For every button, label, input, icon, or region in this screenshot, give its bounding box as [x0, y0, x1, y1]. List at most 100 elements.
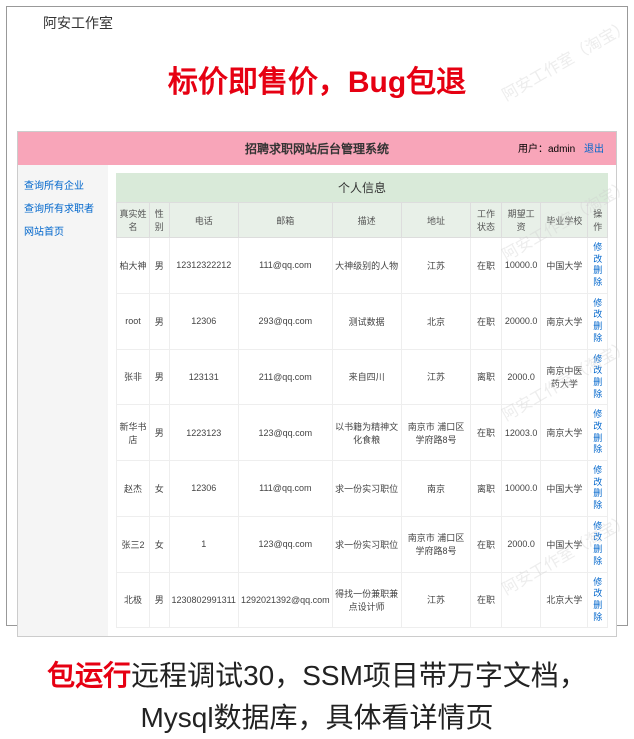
table-cell: 北极	[117, 572, 150, 628]
edit-link[interactable]: 修改	[590, 465, 605, 488]
table-cell: 南京市 浦口区 学府路8号	[401, 516, 471, 572]
table-header: 工作状态	[471, 203, 502, 238]
data-table: 真实姓名性别电话邮箱描述地址工作状态期望工资毕业学校操作 柏大神男1231232…	[116, 202, 608, 628]
user-label: 用户：	[518, 144, 548, 155]
table-cell: 1230802991311	[169, 572, 238, 628]
edit-link[interactable]: 修改	[590, 298, 605, 321]
table-header: 邮箱	[238, 203, 332, 238]
table-row: 赵杰女12306111@qq.com求一份实习职位南京离职10000.0中国大学…	[117, 461, 608, 517]
table-cell: 中国大学	[541, 238, 588, 294]
table-header: 操作	[588, 203, 608, 238]
headline-bottom-red: 包运行	[47, 660, 131, 691]
edit-link[interactable]: 修改	[590, 577, 605, 600]
table-row: 张三2女1123@qq.com求一份实习职位南京市 浦口区 学府路8号在职200…	[117, 516, 608, 572]
table-cell: 女	[150, 461, 170, 517]
table-header: 性别	[150, 203, 170, 238]
table-cell: 南京	[401, 461, 471, 517]
table-cell: 在职	[471, 516, 502, 572]
table-cell: 在职	[471, 293, 502, 349]
table-cell: 来自四川	[332, 349, 401, 405]
table-cell: 男	[150, 405, 170, 461]
delete-link[interactable]: 删除	[590, 265, 605, 288]
table-cell: 2000.0	[501, 349, 541, 405]
delete-link[interactable]: 删除	[590, 600, 605, 623]
table-cell	[501, 572, 541, 628]
user-area: 用户：admin 退出	[518, 140, 604, 155]
table-cell: 北京	[401, 293, 471, 349]
table-cell: 12312322212	[169, 238, 238, 294]
table-cell: 10000.0	[501, 461, 541, 517]
table-cell: 男	[150, 349, 170, 405]
sidebar-item-seekers[interactable]: 查询所有求职者	[22, 196, 104, 219]
table-cell: 123@qq.com	[238, 405, 332, 461]
table-header: 描述	[332, 203, 401, 238]
table-cell: 10000.0	[501, 238, 541, 294]
table-cell: 111@qq.com	[238, 461, 332, 517]
admin-app: 招聘求职网站后台管理系统 用户：admin 退出 查询所有企业 查询所有求职者 …	[17, 131, 617, 637]
edit-link[interactable]: 修改	[590, 242, 605, 265]
table-cell: 以书籍为精神文化食粮	[332, 405, 401, 461]
table-cell: 得找一份兼职兼点设计师	[332, 572, 401, 628]
table-header: 地址	[401, 203, 471, 238]
table-cell: 江苏	[401, 238, 471, 294]
table-cell: 张三2	[117, 516, 150, 572]
delete-link[interactable]: 删除	[590, 377, 605, 400]
edit-link[interactable]: 修改	[590, 409, 605, 432]
panel-title: 个人信息	[116, 173, 608, 202]
table-cell: 北京大学	[541, 572, 588, 628]
table-cell: 男	[150, 238, 170, 294]
table-cell: 在职	[471, 238, 502, 294]
username: admin	[548, 144, 575, 155]
table-row: 新华书店男1223123123@qq.com以书籍为精神文化食粮南京市 浦口区 …	[117, 405, 608, 461]
table-cell: 求一份实习职位	[332, 516, 401, 572]
table-cell-ops: 修改删除	[588, 572, 608, 628]
headline-bottom: 包运行远程调试30，SSM项目带万字文档，Mysql数据库，具体看详情页	[27, 655, 607, 739]
delete-link[interactable]: 删除	[590, 433, 605, 456]
logout-link[interactable]: 退出	[584, 144, 604, 155]
table-cell: 南京市 浦口区 学府路8号	[401, 405, 471, 461]
table-row: root男12306293@qq.com测试数据北京在职20000.0南京大学修…	[117, 293, 608, 349]
sidebar-item-home[interactable]: 网站首页	[22, 219, 104, 242]
table-cell: 南京大学	[541, 293, 588, 349]
table-cell: 111@qq.com	[238, 238, 332, 294]
table-cell-ops: 修改删除	[588, 461, 608, 517]
edit-link[interactable]: 修改	[590, 354, 605, 377]
table-cell: 123@qq.com	[238, 516, 332, 572]
table-cell: 123131	[169, 349, 238, 405]
table-cell: 在职	[471, 405, 502, 461]
table-cell: 离职	[471, 349, 502, 405]
table-header: 真实姓名	[117, 203, 150, 238]
table-cell-ops: 修改删除	[588, 238, 608, 294]
table-cell: root	[117, 293, 150, 349]
delete-link[interactable]: 删除	[590, 321, 605, 344]
table-cell: 测试数据	[332, 293, 401, 349]
table-cell: 张非	[117, 349, 150, 405]
table-cell: 离职	[471, 461, 502, 517]
table-cell: 中国大学	[541, 516, 588, 572]
table-row: 柏大神男12312322212111@qq.com大神级别的人物江苏在职1000…	[117, 238, 608, 294]
table-cell: 中国大学	[541, 461, 588, 517]
table-cell: 女	[150, 516, 170, 572]
delete-link[interactable]: 删除	[590, 544, 605, 567]
table-cell: 1	[169, 516, 238, 572]
headline-bottom-rest: 远程调试30，SSM项目带万字文档，Mysql数据库，具体看详情页	[131, 660, 587, 733]
table-cell: 1292021392@qq.com	[238, 572, 332, 628]
table-cell: 求一份实习职位	[332, 461, 401, 517]
headline-top: 标价即售价，Bug包退	[7, 57, 627, 101]
table-cell: 12306	[169, 293, 238, 349]
edit-link[interactable]: 修改	[590, 521, 605, 544]
main-panel: 个人信息 真实姓名性别电话邮箱描述地址工作状态期望工资毕业学校操作 柏大神男12…	[108, 165, 616, 636]
app-header: 招聘求职网站后台管理系统 用户：admin 退出	[18, 132, 616, 165]
sidebar-item-companies[interactable]: 查询所有企业	[22, 173, 104, 196]
table-row: 张非男123131211@qq.com来自四川江苏离职2000.0南京中医药大学…	[117, 349, 608, 405]
table-cell-ops: 修改删除	[588, 516, 608, 572]
table-cell: 12003.0	[501, 405, 541, 461]
table-header: 电话	[169, 203, 238, 238]
table-cell: 男	[150, 293, 170, 349]
table-cell: 新华书店	[117, 405, 150, 461]
table-cell: 12306	[169, 461, 238, 517]
table-cell-ops: 修改删除	[588, 349, 608, 405]
table-cell: 在职	[471, 572, 502, 628]
table-cell: 男	[150, 572, 170, 628]
delete-link[interactable]: 删除	[590, 488, 605, 511]
